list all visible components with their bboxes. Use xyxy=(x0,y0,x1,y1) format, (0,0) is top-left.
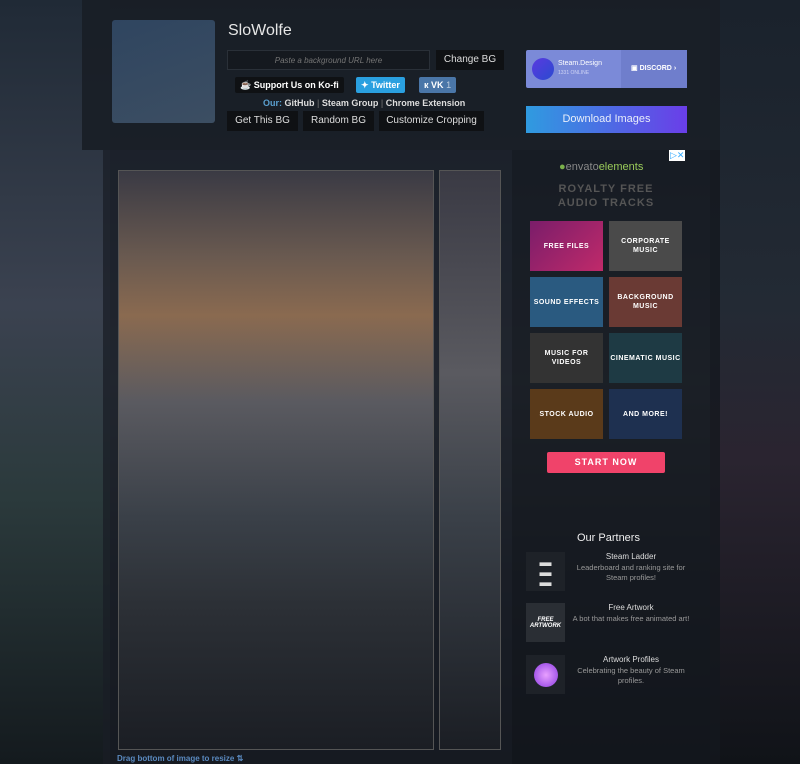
ad-choices-icon[interactable]: ▷✕ xyxy=(669,150,686,161)
vk-button[interactable]: к VK 1 xyxy=(419,77,457,93)
chevron-right-icon: › xyxy=(673,65,677,72)
github-link[interactable]: GitHub xyxy=(285,98,315,108)
twitter-bird-icon: ✦ xyxy=(361,80,369,90)
random-bg-button[interactable]: Random BG xyxy=(303,111,374,131)
change-bg-button[interactable]: Change BG xyxy=(436,50,504,70)
kofi-cup-icon: ☕ xyxy=(240,80,252,90)
kofi-button[interactable]: ☕ Support Us on Ko-fi xyxy=(235,77,344,93)
project-links: Our: GitHub | Steam Group | Chrome Exten… xyxy=(263,98,466,108)
avatar xyxy=(112,20,215,123)
resize-hint: Drag bottom of image to resize ⇅ xyxy=(117,754,244,763)
partner-steam-ladder[interactable]: ▬ ▬ ▬ Steam Ladder Leaderboard and ranking… xyxy=(526,552,696,592)
steam-group-link[interactable]: Steam Group xyxy=(322,98,379,108)
ad-tile[interactable]: CORPORATE MUSIC xyxy=(609,221,682,271)
vk-icon: к xyxy=(424,80,429,90)
ad-tile[interactable]: SOUND EFFECTS xyxy=(530,277,603,327)
twitter-button[interactable]: ✦ Twitter xyxy=(356,77,405,93)
artwork-profiles-icon xyxy=(526,655,565,694)
main-artwork-preview[interactable] xyxy=(118,170,434,750)
ad-headline: ROYALTY FREE AUDIO TRACKS xyxy=(557,183,655,209)
discord-icon: ▣ xyxy=(631,65,638,72)
partner-artwork-profiles[interactable]: Artwork Profiles Celebrating the beauty … xyxy=(526,655,696,695)
ad-tile[interactable]: STOCK AUDIO xyxy=(530,389,603,439)
partner-free-artwork[interactable]: FREE ARTWORK Free Artwork A bot that mak… xyxy=(526,603,696,643)
ad-tile[interactable]: FREE FILES xyxy=(530,221,603,271)
download-images-button[interactable]: Download Images xyxy=(526,106,687,133)
get-this-bg-button[interactable]: Get This BG xyxy=(227,111,298,131)
ad-tile[interactable]: AND MORE! xyxy=(609,389,682,439)
free-artwork-logo: FREE ARTWORK xyxy=(526,603,565,642)
start-now-button[interactable]: START NOW xyxy=(547,452,665,473)
steam-ladder-icon: ▬ ▬ ▬ xyxy=(526,552,565,591)
ad-tile[interactable]: BACKGROUND MUSIC xyxy=(609,277,682,327)
server-logo xyxy=(532,58,554,80)
chrome-extension-link[interactable]: Chrome Extension xyxy=(386,98,466,108)
partners-heading: Our Partners xyxy=(577,532,640,544)
background-right xyxy=(710,0,800,764)
resize-arrow-icon: ⇅ xyxy=(236,754,244,763)
profile-name: SloWolfe xyxy=(228,22,292,39)
ad-tile[interactable]: CINEMATIC MUSIC xyxy=(609,333,682,383)
discord-widget[interactable]: Steam.Design 1331 ONLINE ▣ DISCORD › xyxy=(526,50,687,88)
envato-logo: ●envatoelements xyxy=(559,161,644,173)
background-url-input[interactable] xyxy=(227,50,430,70)
ad-tile[interactable]: MUSIC FOR VIDEOS xyxy=(530,333,603,383)
customize-cropping-button[interactable]: Customize Cropping xyxy=(379,111,484,131)
side-artwork-preview[interactable] xyxy=(439,170,501,750)
